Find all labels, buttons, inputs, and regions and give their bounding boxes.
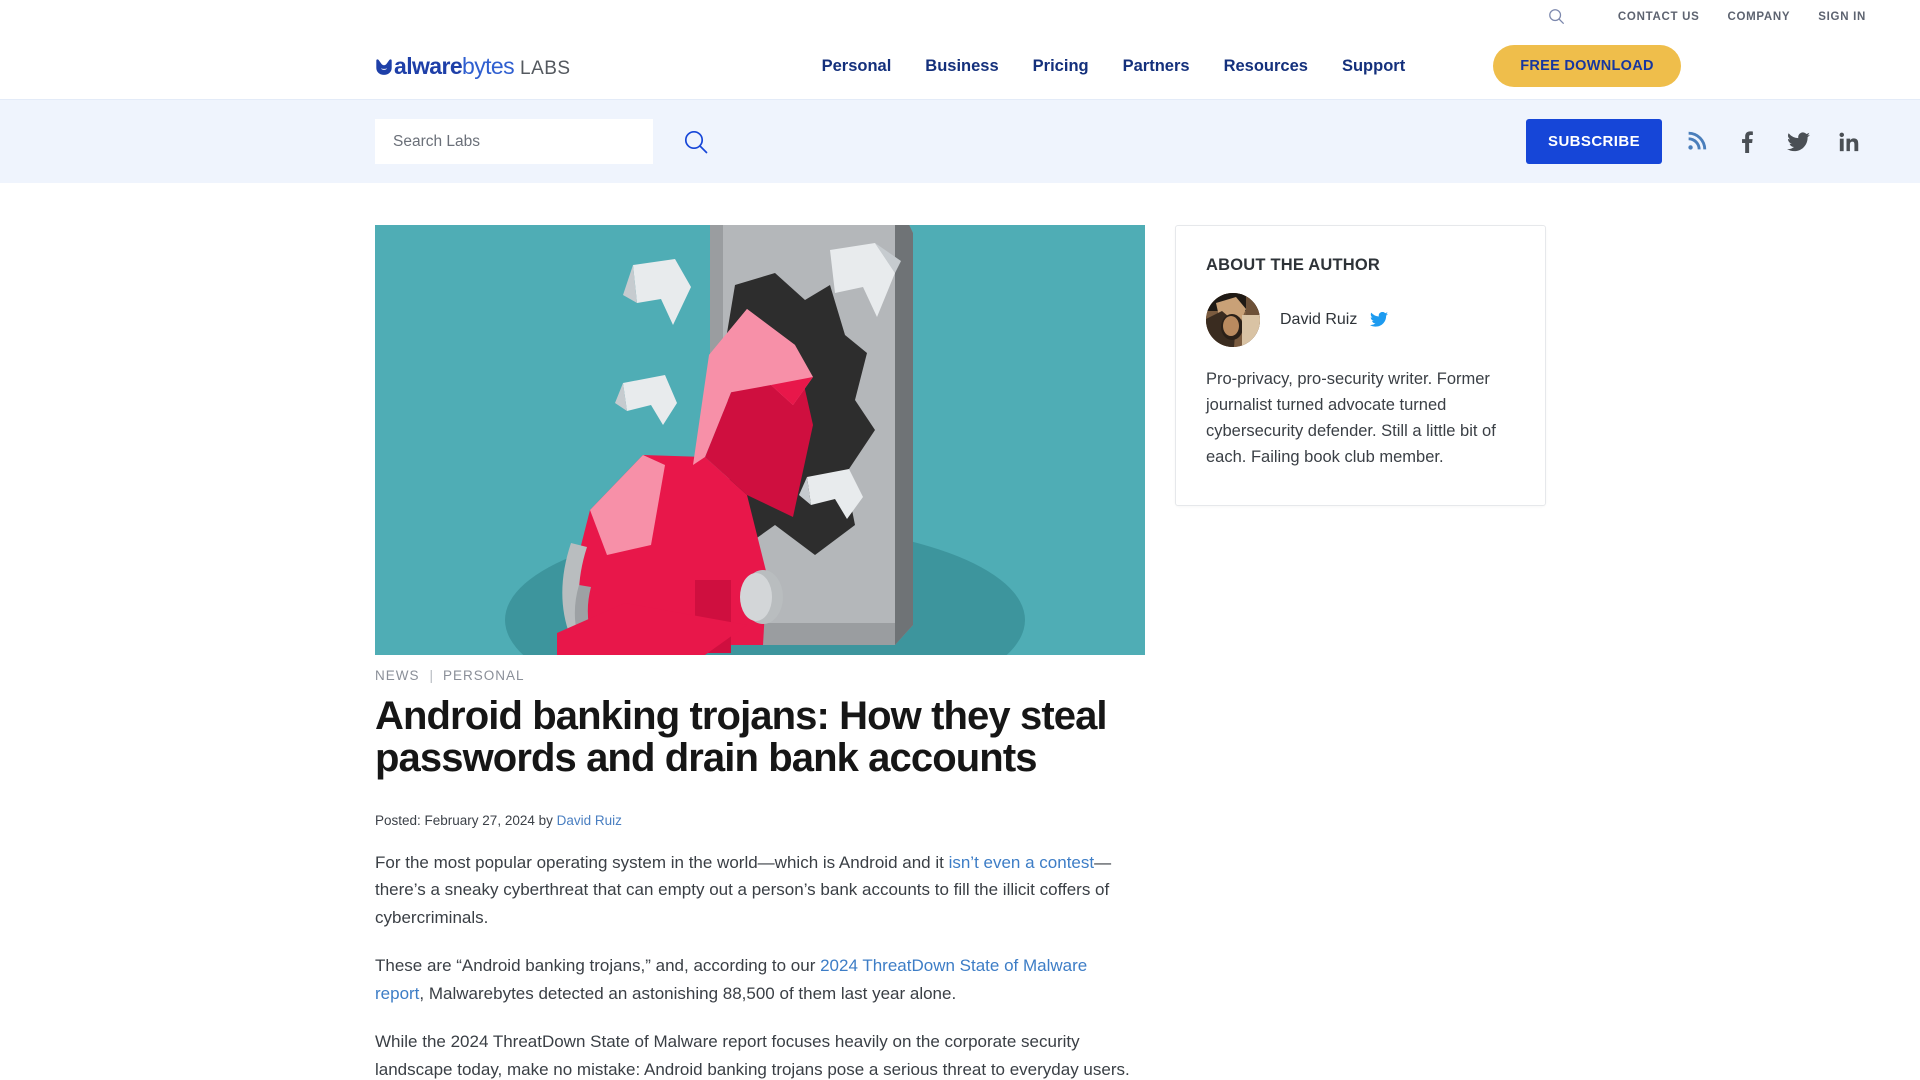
about-the-author-card: ABOUT THE AUTHOR David Ruiz Pro-privacy,… (1175, 225, 1546, 506)
rss-icon[interactable] (1679, 125, 1713, 159)
article-paragraph-1: For the most popular operating system in… (375, 849, 1137, 932)
subscribe-button[interactable]: SUBSCRIBE (1526, 119, 1662, 164)
article-paragraph-3: While the 2024 ThreatDown State of Malwa… (375, 1032, 1130, 1079)
nav-item-personal[interactable]: Personal (822, 57, 892, 76)
paragraph-2-text-b: , Malwarebytes detected an astonishing 8… (419, 983, 957, 1003)
logo-text-malware: alware (394, 52, 463, 79)
linkedin-icon[interactable] (1832, 125, 1866, 159)
author-name: David Ruiz (1280, 311, 1358, 329)
about-the-author-heading: ABOUT THE AUTHOR (1206, 256, 1380, 274)
twitter-icon[interactable] (1369, 311, 1388, 329)
paragraph-1-link[interactable]: isn’t even a contest (949, 853, 1095, 872)
nav-item-partners[interactable]: Partners (1123, 57, 1190, 76)
twitter-icon[interactable] (1781, 125, 1815, 159)
sidebar-column: ABOUT THE AUTHOR David Ruiz Pro-privacy,… (1175, 225, 1546, 1080)
labs-search-bar: SUBSCRIBE (0, 99, 1920, 183)
malwarebytes-m-icon (375, 58, 393, 76)
malwarebytes-labs-logo[interactable]: alware bytes LABS (375, 53, 571, 80)
logo-text-bytes: bytes (462, 52, 515, 79)
article-categories: NEWS | PERSONAL (375, 668, 1145, 683)
author-identity-row: David Ruiz (1206, 293, 1515, 347)
nav-item-business[interactable]: Business (925, 57, 998, 76)
labs-search-group (375, 119, 711, 164)
category-link-news[interactable]: NEWS (375, 668, 420, 683)
avatar (1206, 293, 1260, 347)
utility-link-sign-in[interactable]: SIGN IN (1818, 11, 1866, 23)
search-icon[interactable] (1548, 8, 1566, 26)
nav-item-support[interactable]: Support (1342, 57, 1405, 76)
utility-link-contact-us[interactable]: CONTACT US (1618, 11, 1700, 23)
nav-item-resources[interactable]: Resources (1224, 57, 1308, 76)
author-bio: Pro-privacy, pro-security writer. Former… (1206, 370, 1496, 466)
category-separator: | (429, 668, 434, 683)
article-column: NEWS | PERSONAL Android banking trojans:… (375, 225, 1145, 1080)
byline-author-link[interactable]: David Ruiz (557, 813, 622, 828)
page-content: NEWS | PERSONAL Android banking trojans:… (0, 183, 1920, 1080)
search-input[interactable] (375, 119, 653, 164)
main-navigation: Personal Business Pricing Partners Resou… (822, 57, 1406, 76)
facebook-icon[interactable] (1730, 125, 1764, 159)
author-name-group: David Ruiz (1280, 311, 1388, 329)
utility-link-company[interactable]: COMPANY (1727, 11, 1790, 23)
byline-posted-text: Posted: February 27, 2024 by (375, 812, 557, 828)
article-byline: Posted: February 27, 2024 by David Ruiz (375, 813, 1145, 828)
utility-bar: CONTACT US COMPANY SIGN IN (0, 0, 1920, 33)
article-hero-image (375, 225, 1145, 655)
search-submit-button[interactable] (681, 127, 711, 157)
article-paragraph-2: These are “Android banking trojans,” and… (375, 952, 1137, 1007)
main-header: alware bytes LABS Personal Business Pric… (0, 33, 1920, 99)
nav-item-pricing[interactable]: Pricing (1033, 57, 1089, 76)
category-link-personal[interactable]: PERSONAL (443, 668, 525, 683)
paragraph-1-text-a: For the most popular operating system in… (375, 852, 949, 872)
free-download-button[interactable]: FREE DOWNLOAD (1493, 45, 1681, 87)
article-title: Android banking trojans: How they steal … (375, 694, 1108, 781)
labs-actions: SUBSCRIBE (1526, 119, 1866, 164)
logo-text-labs: LABS (520, 57, 571, 79)
paragraph-2-text-a: These are “Android banking trojans,” and… (375, 956, 821, 976)
